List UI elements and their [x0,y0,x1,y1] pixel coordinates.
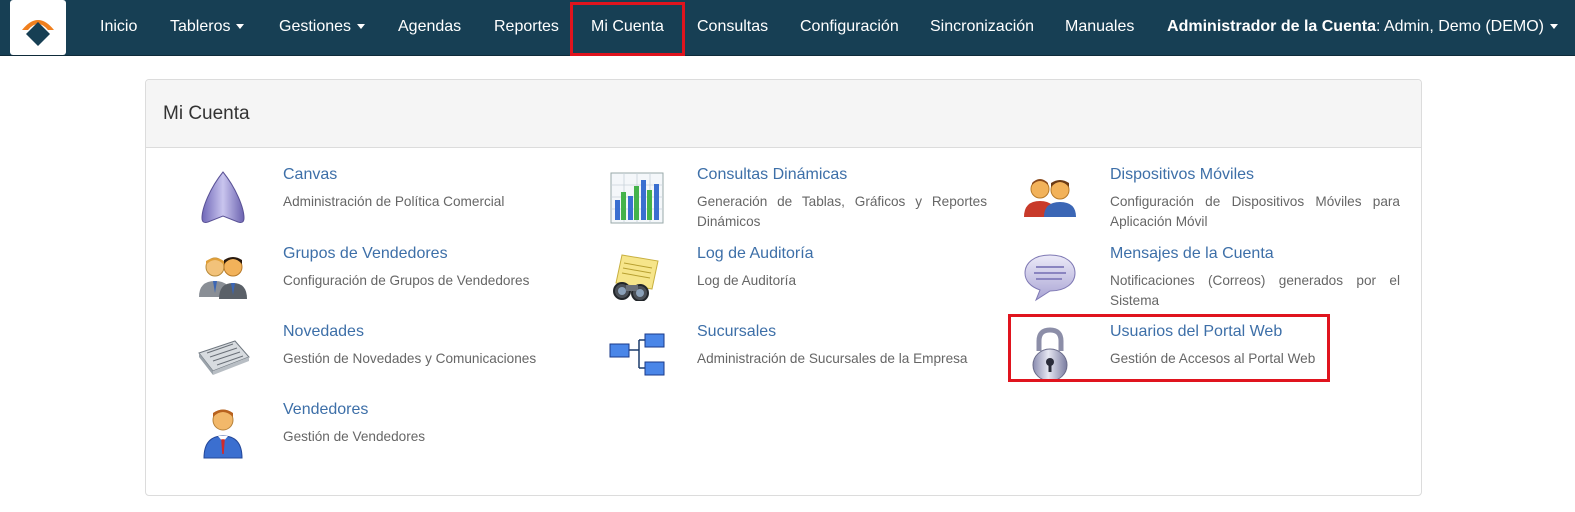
nav-sincronizacion[interactable]: Sincronización [930,0,1034,55]
menu-item-log-auditoria: Log de Auditoría Log de Auditoría [602,245,1002,315]
sucursales-desc: Administración de Sucursales de la Empre… [697,351,968,366]
padlock-icon [1015,323,1085,387]
caret-down-icon [357,24,366,30]
nav-configuracion[interactable]: Configuración [800,0,899,55]
mensajes-cuenta-link[interactable]: Mensajes de la Cuenta [1110,245,1274,263]
grupos-vendedores-link[interactable]: Grupos de Vendedores [283,245,448,263]
vendedores-link[interactable]: Vendedores [283,401,368,419]
newspaper-icon [188,323,258,387]
user-menu[interactable]: Administrador de la Cuenta: Admin, Demo … [1167,0,1558,55]
group-icon [188,245,258,309]
log-auditoria-link[interactable]: Log de Auditoría [697,245,814,263]
nav-inicio[interactable]: Inicio [100,0,137,55]
person-icon [188,401,258,465]
logo-icon[interactable] [10,0,66,55]
usuarios-portal-web-desc: Gestión de Accesos al Portal Web [1110,351,1316,366]
caret-down-icon [1550,24,1558,30]
novedades-link[interactable]: Novedades [283,323,364,341]
nav-agendas[interactable]: Agendas [398,0,461,55]
nav-tableros[interactable]: Tableros [170,0,245,55]
nav-reportes[interactable]: Reportes [494,0,559,55]
menu-item-vendedores: Vendedores Gestión de Vendedores [188,401,588,471]
menu-item-grupos-vendedores: Grupos de Vendedores Configuración de Gr… [188,245,588,315]
speech-bubble-icon [1015,245,1085,309]
menu-item-sucursales: Sucursales Administración de Sucursales … [602,323,1002,393]
menu-item-dispositivos-moviles: Dispositivos Móviles Configuración de Di… [1015,166,1415,236]
user-role: Administrador de la Cuenta [1167,18,1376,35]
bar-chart-icon [602,166,672,230]
binoculars-icon [602,245,672,309]
nav-consultas[interactable]: Consultas [697,0,768,55]
consultas-dinamicas-desc: Generación de Tablas, Gráficos y Reporte… [697,194,987,229]
consultas-dinamicas-link[interactable]: Consultas Dinámicas [697,166,847,184]
log-auditoria-desc: Log de Auditoría [697,273,797,288]
caret-down-icon [236,24,245,30]
nav-gestiones[interactable]: Gestiones [279,0,366,55]
nav-manuales[interactable]: Manuales [1065,0,1134,55]
mensajes-cuenta-desc: Notificaciones (Correos) generados por e… [1110,273,1400,308]
vendedores-desc: Gestión de Vendedores [283,429,426,444]
menu-item-usuarios-portal-web: Usuarios del Portal Web Gestión de Acces… [1015,323,1415,393]
grupos-vendedores-desc: Configuración de Grupos de Vendedores [283,273,530,288]
novedades-desc: Gestión de Novedades y Comunicaciones [283,351,537,366]
dispositivos-moviles-link[interactable]: Dispositivos Móviles [1110,166,1254,184]
menu-item-consultas-dinamicas: Consultas Dinámicas Generación de Tablas… [602,166,1002,236]
canvas-icon [188,166,258,230]
usuarios-portal-web-link[interactable]: Usuarios del Portal Web [1110,323,1282,341]
top-navbar: Inicio Tableros Gestiones Agendas Report… [0,0,1575,56]
menu-item-novedades: Novedades Gestión de Novedades y Comunic… [188,323,588,393]
menu-item-mensajes-cuenta: Mensajes de la Cuenta Notificaciones (Co… [1015,245,1415,315]
canvas-link[interactable]: Canvas [283,166,337,184]
org-chart-icon [602,323,672,387]
menu-item-canvas: Canvas Administración de Política Comerc… [188,166,588,236]
sucursales-link[interactable]: Sucursales [697,323,776,341]
canvas-desc: Administración de Política Comercial [283,194,505,209]
nav-mi-cuenta[interactable]: Mi Cuenta [591,0,664,55]
panel-title: Mi Cuenta [146,80,1421,148]
dispositivos-moviles-desc: Configuración de Dispositivos Móviles pa… [1110,194,1400,229]
users-icon [1015,166,1085,230]
user-name: : Admin, Demo (DEMO) [1375,18,1544,35]
